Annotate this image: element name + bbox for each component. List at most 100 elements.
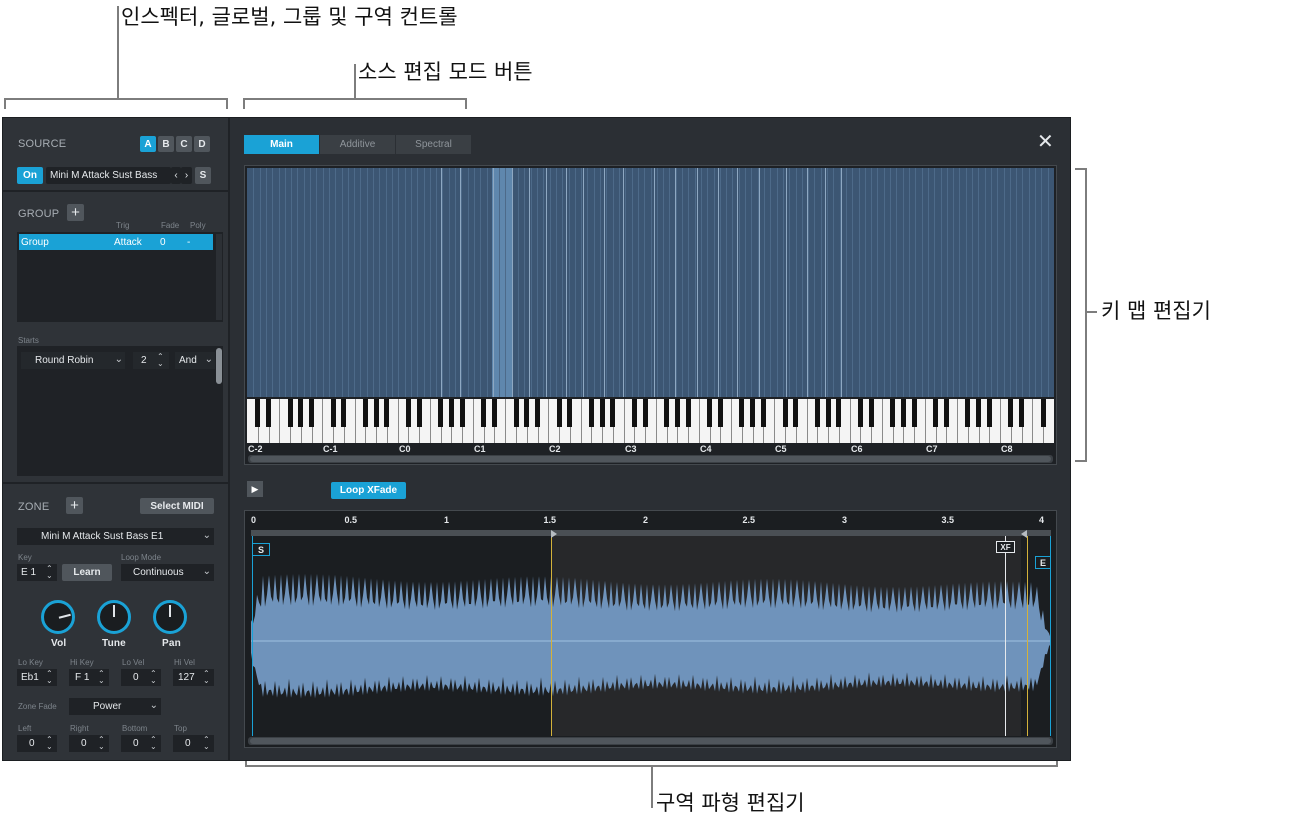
black-key[interactable] [664, 399, 669, 427]
zone-waveform-editor[interactable]: 0 0.5 1 1.5 2 2.5 3 3.5 4 S XF E [244, 510, 1057, 748]
tab-spectral[interactable]: Spectral [396, 135, 471, 154]
hi-key-stepper[interactable]: F 1 ⌃ ⌄ [69, 669, 109, 686]
white-key[interactable] [355, 399, 356, 443]
source-prev-button[interactable]: ‹ [171, 167, 181, 184]
black-key[interactable] [815, 399, 820, 427]
selected-zone[interactable] [492, 168, 512, 397]
black-key[interactable] [557, 399, 562, 427]
bottom-stepper[interactable]: 0 ⌃ ⌄ [121, 735, 161, 752]
loop-start-handle[interactable] [551, 530, 557, 538]
group-row[interactable]: Group Attack 0 - [19, 234, 213, 250]
pan-knob[interactable] [153, 600, 187, 634]
white-key[interactable] [850, 399, 851, 443]
black-key[interactable] [492, 399, 497, 427]
black-key[interactable] [535, 399, 540, 427]
source-sample-name[interactable]: Mini M Attack Sust Bass [46, 167, 171, 184]
white-key[interactable] [581, 399, 582, 443]
black-key[interactable] [298, 399, 303, 427]
vol-knob[interactable] [41, 600, 75, 634]
loop-end-handle[interactable] [1021, 530, 1027, 538]
black-key[interactable] [331, 399, 336, 427]
black-key[interactable] [826, 399, 831, 427]
black-key[interactable] [514, 399, 519, 427]
key-map-scrollbar[interactable] [248, 455, 1053, 463]
black-key[interactable] [406, 399, 411, 427]
black-key[interactable] [374, 399, 379, 427]
starts-mode-select[interactable]: Round Robin ⌄ [21, 352, 125, 369]
white-key[interactable] [699, 399, 700, 443]
white-key[interactable] [656, 399, 657, 443]
black-key[interactable] [600, 399, 605, 427]
white-key[interactable] [473, 399, 474, 443]
black-key[interactable] [987, 399, 992, 427]
black-key[interactable] [417, 399, 422, 427]
end-marker[interactable]: E [1035, 556, 1051, 569]
black-key[interactable] [632, 399, 637, 427]
white-key[interactable] [548, 399, 549, 443]
black-key[interactable] [643, 399, 648, 427]
black-key[interactable] [610, 399, 615, 427]
black-key[interactable] [288, 399, 293, 427]
black-key[interactable] [890, 399, 895, 427]
scroll-thumb[interactable] [250, 456, 1051, 462]
right-stepper[interactable]: 0 ⌃ ⌄ [69, 735, 109, 752]
play-button[interactable]: ▶ [247, 481, 263, 497]
black-key[interactable] [750, 399, 755, 427]
white-key[interactable] [624, 399, 625, 443]
black-key[interactable] [1008, 399, 1013, 427]
black-key[interactable] [793, 399, 798, 427]
learn-button[interactable]: Learn [62, 564, 112, 581]
black-key[interactable] [460, 399, 465, 427]
white-key[interactable] [430, 399, 431, 443]
source-slot-b[interactable]: B [158, 136, 174, 152]
black-key[interactable] [363, 399, 368, 427]
white-key[interactable] [1032, 399, 1033, 443]
black-key[interactable] [965, 399, 970, 427]
starts-count-stepper[interactable]: 2 ⌃ ⌄ [133, 352, 169, 369]
black-key[interactable] [783, 399, 788, 427]
white-key[interactable] [398, 399, 399, 443]
black-key[interactable] [761, 399, 766, 427]
black-key[interactable] [524, 399, 529, 427]
source-slot-d[interactable]: D [194, 136, 210, 152]
xfade-line[interactable] [1005, 536, 1006, 736]
zone-add-button[interactable]: + [66, 497, 83, 514]
source-slot-c[interactable]: C [176, 136, 192, 152]
waveform-scrollbar[interactable] [248, 737, 1053, 745]
source-on-button[interactable]: On [17, 167, 43, 184]
black-key[interactable] [1019, 399, 1024, 427]
black-key[interactable] [675, 399, 680, 427]
white-key[interactable] [505, 399, 506, 443]
black-key[interactable] [341, 399, 346, 427]
black-key[interactable] [309, 399, 314, 427]
keyboard[interactable] [247, 399, 1054, 443]
black-key[interactable] [912, 399, 917, 427]
zone-fade-select[interactable]: Power ⌄ [69, 698, 161, 715]
black-key[interactable] [589, 399, 594, 427]
time-ruler[interactable]: 0 0.5 1 1.5 2 2.5 3 3.5 4 [245, 511, 1056, 531]
black-key[interactable] [1041, 399, 1046, 427]
close-icon[interactable]: ✕ [1037, 132, 1054, 152]
lo-key-stepper[interactable]: Eb1 ⌃ ⌄ [17, 669, 57, 686]
key-stepper[interactable]: E 1 ⌃ ⌄ [17, 564, 57, 581]
black-key[interactable] [836, 399, 841, 427]
starts-scrollbar[interactable] [216, 348, 222, 384]
tab-additive[interactable]: Additive [320, 135, 395, 154]
white-key[interactable] [1000, 399, 1001, 443]
tune-knob[interactable] [97, 600, 131, 634]
zone-sample-select[interactable]: Mini M Attack Sust Bass E1 ⌄ [17, 528, 214, 545]
black-key[interactable] [384, 399, 389, 427]
black-key[interactable] [976, 399, 981, 427]
black-key[interactable] [869, 399, 874, 427]
top-stepper[interactable]: 0 ⌃ ⌄ [173, 735, 214, 752]
black-key[interactable] [438, 399, 443, 427]
black-key[interactable] [707, 399, 712, 427]
white-key[interactable] [925, 399, 926, 443]
group-list-scrollbar[interactable] [216, 234, 222, 320]
white-key[interactable] [957, 399, 958, 443]
white-key[interactable] [731, 399, 732, 443]
black-key[interactable] [686, 399, 691, 427]
starts-logic-select[interactable]: And ⌄ [175, 352, 215, 369]
white-key[interactable] [774, 399, 775, 443]
black-key[interactable] [901, 399, 906, 427]
